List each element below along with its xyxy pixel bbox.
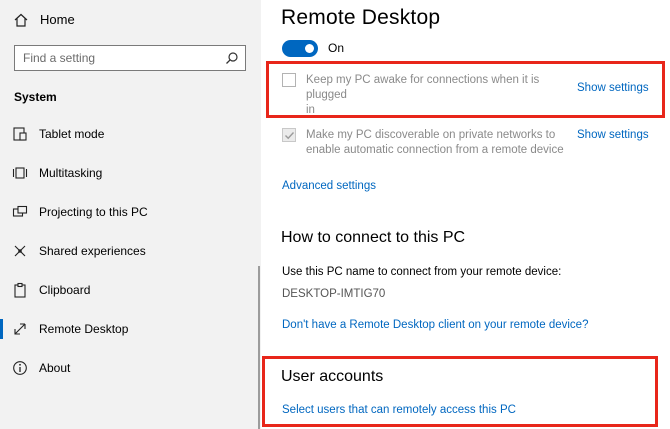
remote-desktop-icon xyxy=(12,321,28,337)
sidebar-item-label: Projecting to this PC xyxy=(39,205,148,219)
info-icon xyxy=(12,360,28,376)
pc-name: DESKTOP-IMTIG70 xyxy=(282,288,386,300)
connect-instruction: Use this PC name to connect from your re… xyxy=(282,266,562,278)
connect-heading: How to connect to this PC xyxy=(281,229,466,246)
selection-indicator xyxy=(0,319,3,339)
toggle-knob xyxy=(305,44,314,53)
toggle-state-label: On xyxy=(328,41,345,55)
sidebar-item-projecting[interactable]: Projecting to this PC xyxy=(0,194,261,230)
sidebar-item-clipboard[interactable]: Clipboard xyxy=(0,272,261,308)
client-download-link[interactable]: Don't have a Remote Desktop client on yo… xyxy=(282,319,588,331)
discoverable-show-settings-link[interactable]: Show settings xyxy=(577,129,649,141)
sidebar-item-remote-desktop[interactable]: Remote Desktop xyxy=(0,311,261,347)
settings-sidebar: Home Find a setting System Tablet mode M… xyxy=(0,0,261,429)
remote-desktop-toggle[interactable] xyxy=(282,40,318,57)
sidebar-item-label: Multitasking xyxy=(39,166,103,180)
clipboard-icon xyxy=(12,282,28,298)
sidebar-item-multitasking[interactable]: Multitasking xyxy=(0,155,261,191)
checkmark-icon xyxy=(285,132,295,140)
sidebar-item-about[interactable]: About xyxy=(0,350,261,386)
sidebar-item-label: Tablet mode xyxy=(39,127,105,141)
advanced-settings-link[interactable]: Advanced settings xyxy=(282,180,376,192)
projecting-icon xyxy=(12,204,28,220)
highlight-box-user-accounts xyxy=(262,356,658,427)
search-icon[interactable] xyxy=(225,51,239,65)
sidebar-item-shared-experiences[interactable]: Shared experiences xyxy=(0,233,261,269)
page-title: Remote Desktop xyxy=(281,6,441,29)
multitasking-icon xyxy=(12,165,28,181)
discoverable-text: Make my PC discoverable on private netwo… xyxy=(306,128,596,158)
sidebar-scrollbar[interactable] xyxy=(258,266,260,429)
section-title-system: System xyxy=(14,90,57,104)
search-input[interactable]: Find a setting xyxy=(14,45,246,71)
shared-experiences-icon xyxy=(12,243,28,259)
home-nav-item[interactable]: Home xyxy=(0,0,261,38)
sidebar-item-label: About xyxy=(39,361,71,375)
home-icon xyxy=(13,12,29,28)
sidebar-item-tablet-mode[interactable]: Tablet mode xyxy=(0,116,261,152)
home-label: Home xyxy=(40,12,75,27)
sidebar-item-label: Clipboard xyxy=(39,283,91,297)
sidebar-item-label: Remote Desktop xyxy=(39,322,129,336)
discoverable-checkbox[interactable] xyxy=(282,128,296,142)
highlight-box-keep-awake xyxy=(266,61,665,118)
discoverable-text-line1: Make my PC discoverable on private netwo… xyxy=(306,129,556,141)
search-placeholder: Find a setting xyxy=(23,51,96,65)
discoverable-text-line2: enable automatic connection from a remot… xyxy=(306,144,564,156)
sidebar-item-label: Shared experiences xyxy=(39,244,146,258)
tablet-mode-icon xyxy=(12,126,28,142)
